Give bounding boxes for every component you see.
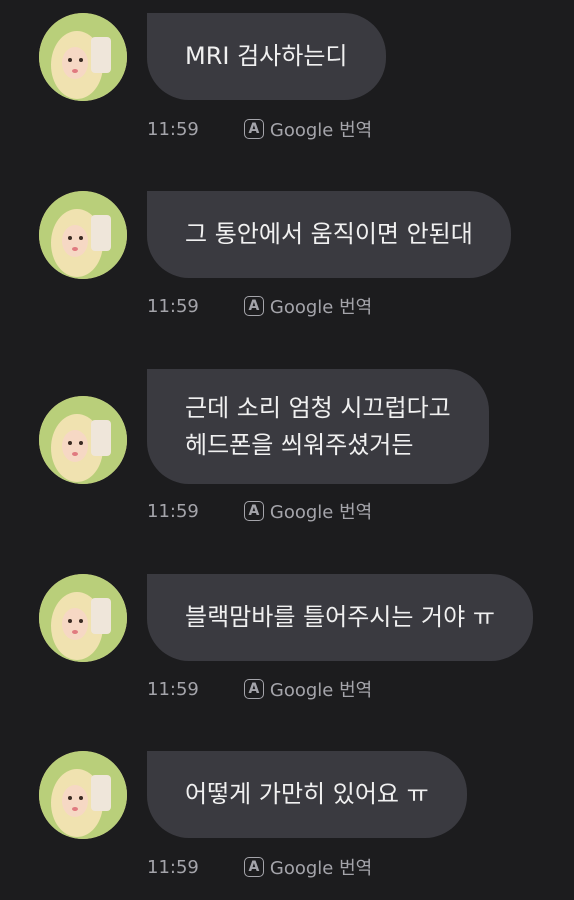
message-meta: 11:59 A Google 번역	[147, 854, 372, 880]
timestamp: 11:59	[147, 500, 199, 522]
google-translate-link[interactable]: Google 번역	[270, 498, 372, 524]
sender-avatar[interactable]	[39, 751, 127, 839]
sender-avatar[interactable]	[39, 574, 127, 662]
timestamp: 11:59	[147, 678, 199, 700]
google-translate-link[interactable]: Google 번역	[270, 293, 372, 319]
google-translate-link[interactable]: Google 번역	[270, 676, 372, 702]
sender-avatar[interactable]	[39, 396, 127, 484]
timestamp: 11:59	[147, 118, 199, 140]
message-text-line-1: 근데 소리 엄청 시끄럽다고	[185, 393, 451, 422]
message-bubble[interactable]: 어떻게 가만히 있어요 ㅠ	[147, 751, 467, 838]
timestamp: 11:59	[147, 295, 199, 317]
message-text: 블랙맘바를 틀어주시는 거야 ㅠ	[185, 603, 495, 631]
google-translate-icon[interactable]: A	[243, 857, 264, 877]
google-translate-link[interactable]: Google 번역	[270, 854, 372, 880]
message-bubble[interactable]: 블랙맘바를 틀어주시는 거야 ㅠ	[147, 574, 533, 661]
message-meta: 11:59 A Google 번역	[147, 293, 372, 319]
message-meta: 11:59 A Google 번역	[147, 676, 372, 702]
message-text: 어떻게 가만히 있어요 ㅠ	[185, 780, 429, 808]
google-translate-icon[interactable]: A	[243, 679, 264, 699]
google-translate-icon[interactable]: A	[243, 119, 264, 139]
message-bubble[interactable]: MRI 검사하는디	[147, 13, 386, 100]
google-translate-icon[interactable]: A	[243, 501, 264, 521]
message-text-line-2: 헤드폰을 씌워주셨거든	[185, 430, 414, 459]
sender-avatar[interactable]	[39, 13, 127, 101]
message-text: MRI 검사하는디	[185, 42, 348, 70]
google-translate-icon[interactable]: A	[243, 296, 264, 316]
message-text: 그 통안에서 움직이면 안된대	[185, 220, 473, 248]
timestamp: 11:59	[147, 856, 199, 878]
message-meta: 11:59 A Google 번역	[147, 116, 372, 142]
message-meta: 11:59 A Google 번역	[147, 498, 372, 524]
sender-avatar[interactable]	[39, 191, 127, 279]
google-translate-link[interactable]: Google 번역	[270, 116, 372, 142]
message-bubble[interactable]: 근데 소리 엄청 시끄럽다고 헤드폰을 씌워주셨거든	[147, 369, 489, 484]
message-bubble[interactable]: 그 통안에서 움직이면 안된대	[147, 191, 511, 278]
